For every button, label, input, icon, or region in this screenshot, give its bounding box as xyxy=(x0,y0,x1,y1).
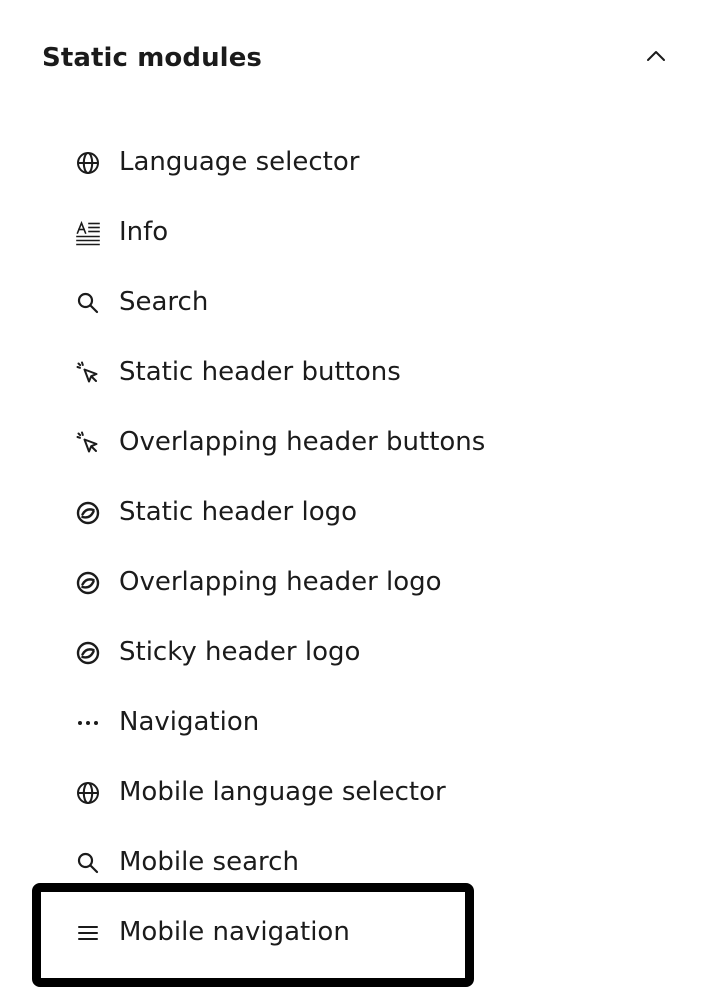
module-label: Navigation xyxy=(119,707,260,737)
module-item-mobile-navigation[interactable]: Mobile navigation xyxy=(0,883,720,987)
pointer-click-icon xyxy=(75,430,101,456)
globe-icon xyxy=(75,150,101,176)
module-item-overlapping-header-buttons[interactable]: Overlapping header buttons xyxy=(0,407,720,477)
chevron-up-icon xyxy=(644,44,668,72)
search-icon xyxy=(75,850,101,876)
module-label: Overlapping header logo xyxy=(119,567,442,597)
module-label: Mobile search xyxy=(119,847,299,877)
section-title: Static modules xyxy=(42,43,263,73)
module-label: Static header logo xyxy=(119,497,358,527)
module-item-overlapping-header-logo[interactable]: Overlapping header logo xyxy=(0,547,720,617)
module-list: Language selector Info Search Static hea… xyxy=(0,127,720,987)
module-item-search[interactable]: Search xyxy=(0,267,720,337)
module-item-navigation[interactable]: Navigation xyxy=(0,687,720,757)
module-item-mobile-search[interactable]: Mobile search xyxy=(0,827,720,897)
pointer-click-icon xyxy=(75,360,101,386)
module-label: Overlapping header buttons xyxy=(119,427,486,457)
module-label: Info xyxy=(119,217,169,247)
text-info-icon xyxy=(75,220,101,246)
module-label: Sticky header logo xyxy=(119,637,361,667)
module-label: Mobile navigation xyxy=(119,917,350,947)
module-label: Mobile language selector xyxy=(119,777,446,807)
hamburger-menu-icon xyxy=(75,920,101,946)
more-horizontal-icon xyxy=(75,710,101,736)
logo-badge-icon xyxy=(75,640,101,666)
module-item-mobile-language-selector[interactable]: Mobile language selector xyxy=(0,757,720,827)
search-icon xyxy=(75,290,101,316)
module-item-static-header-buttons[interactable]: Static header buttons xyxy=(0,337,720,407)
static-modules-header[interactable]: Static modules xyxy=(0,0,720,118)
logo-badge-icon xyxy=(75,500,101,526)
module-item-static-header-logo[interactable]: Static header logo xyxy=(0,477,720,547)
logo-badge-icon xyxy=(75,570,101,596)
module-label: Language selector xyxy=(119,147,360,177)
globe-icon xyxy=(75,780,101,806)
collapse-toggle-button[interactable] xyxy=(640,42,672,74)
module-label: Static header buttons xyxy=(119,357,401,387)
module-item-language-selector[interactable]: Language selector xyxy=(0,127,720,197)
module-item-info[interactable]: Info xyxy=(0,197,720,267)
module-item-sticky-header-logo[interactable]: Sticky header logo xyxy=(0,617,720,687)
module-label: Search xyxy=(119,287,209,317)
